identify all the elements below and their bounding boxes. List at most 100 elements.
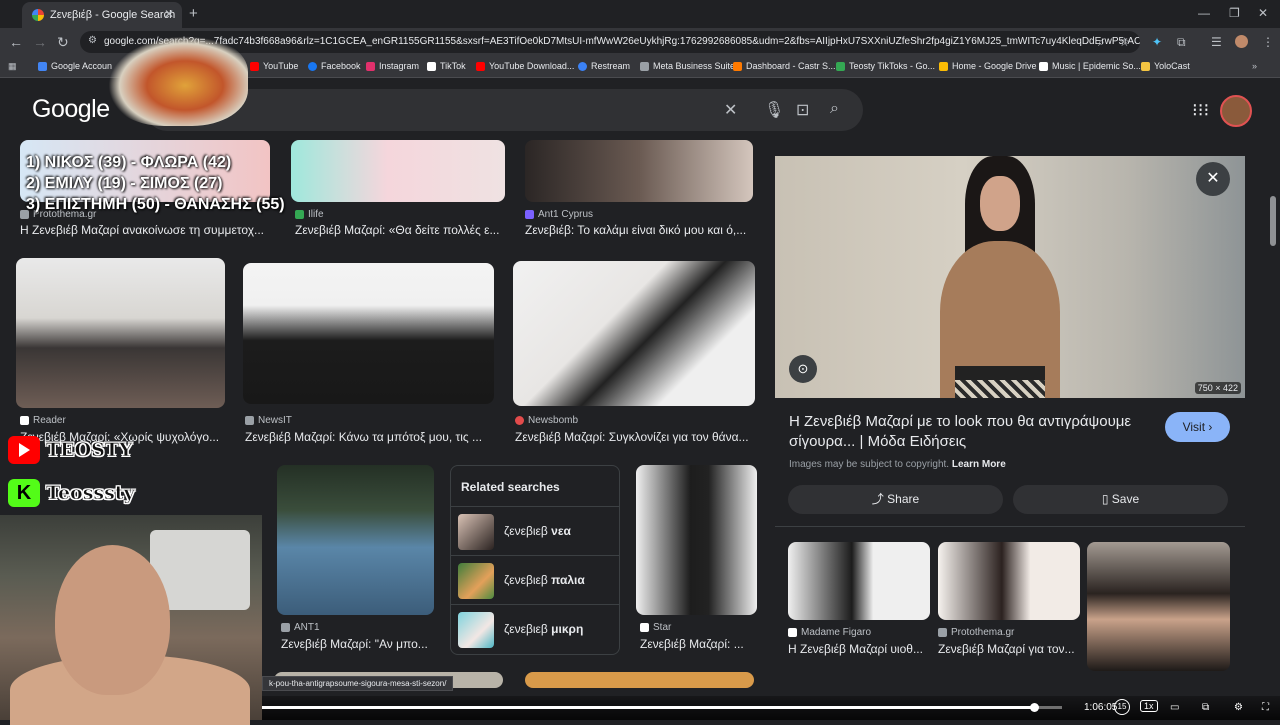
result-image-8[interactable] [636,465,757,615]
share-button[interactable]: ⤴ Share [788,485,1003,514]
reload-icon[interactable]: ↻ [57,34,69,51]
bookmark-item[interactable]: Teosty TikToks - Go... [836,61,935,71]
bookmark-item[interactable]: Dashboard - Castr S... [733,61,836,71]
result-source: Star [640,622,671,633]
forward-icon[interactable]: → [33,34,47,50]
address-bar[interactable]: ⚙ google.com/search?q=...7fadc74b3f668a9… [80,31,1140,53]
youtube-channel-name: TEOSTY [46,439,133,462]
search-icon[interactable]: ⌕ [830,100,839,118]
result-caption[interactable]: Ζενεβιέβ: Το καλάμι είναι δικό μου και ό… [525,223,753,237]
related-search-item[interactable]: ζενεβιεβ νεα [451,506,619,555]
speed-button[interactable]: 1x [1140,700,1158,712]
youtube-brand: TEOSTY [8,435,133,465]
result-caption[interactable]: Ζενεβιέβ Μαζαρί: ... [640,637,757,651]
similar-caption[interactable]: Η Ζενεβιέβ Μαζαρί υιοθ... [788,642,930,656]
tab-title: Ζενεβιέβ - Google Search [50,9,176,21]
bookmark-icon: ▯ [1101,492,1109,506]
result-caption[interactable]: Ζενεβιέβ Μαζαρί: "Αν μπο... [281,637,434,651]
youtube-icon [8,436,40,464]
kick-icon: K [8,479,40,507]
restore-icon[interactable]: ❐ [1229,6,1240,20]
video-progress[interactable] [262,703,1062,712]
bookmark-item[interactable]: Meta Business Suite [640,61,735,71]
close-panel-icon[interactable]: ✕ [1196,162,1230,196]
preview-image[interactable]: ✕ ⊙ 750 × 422 [775,156,1245,398]
preview-title[interactable]: Η Ζενεβιέβ Μαζαρί με το look που θα αντι… [789,412,1154,452]
clear-search-icon[interactable]: ✕ [724,100,737,120]
bookmark-item[interactable]: Instagram [366,61,419,71]
extension-icon[interactable]: ✦ [1152,35,1162,49]
extensions-puzzle-icon[interactable]: ⧉ [1177,35,1186,50]
bookmarks-overflow-icon[interactable]: » [1252,61,1257,71]
lens-search-icon[interactable]: ⊙ [789,355,817,383]
similar-image-2[interactable] [938,542,1080,620]
zoom-icon[interactable]: ⌕ [1098,35,1105,50]
result-image-2[interactable] [291,140,505,202]
apps-grid-icon[interactable]: ▦ [8,61,17,72]
related-thumbnail [458,612,494,648]
result-caption[interactable]: Ζενεβιέβ Μαζαρί: «Θα δείτε πολλές ε... [295,223,505,237]
status-url: k-pou-tha-antigrapsoume-sigoura-mesa-sti… [262,676,454,691]
result-source: Ilife [295,209,324,220]
back-icon[interactable]: ← [9,34,23,50]
result-image-6[interactable] [513,261,755,406]
site-info-icon[interactable]: ⚙ [88,35,97,46]
learn-more-link[interactable]: Learn More [952,459,1006,470]
search-input[interactable] [170,99,710,121]
minimize-icon[interactable]: — [1198,6,1210,20]
result-image-10[interactable] [525,672,754,688]
bookmark-item[interactable]: Facebook [308,61,361,71]
related-searches-title: Related searches [461,480,560,494]
google-logo[interactable]: Google [32,95,110,124]
menu-kebab-icon[interactable]: ⋮ [1262,35,1274,49]
media-controls-icon[interactable]: ☰ [1211,35,1222,49]
bookmark-star-icon[interactable]: ☆ [1119,35,1130,49]
account-avatar[interactable] [1220,95,1252,127]
result-image-3[interactable] [525,140,753,202]
captions-icon[interactable]: ▭ [1170,702,1179,713]
browser-tab-bar: Ζενεβιέβ - Google Search ✕ + — ❐ ✕ [0,0,1280,28]
close-tab-icon[interactable]: ✕ [164,7,174,21]
lens-search-icon[interactable]: ⊡ [796,100,809,120]
search-box[interactable]: ✕ 🎙 ⊡ ⌕ [146,89,863,131]
similar-caption[interactable]: Ζενεβιέβ Μαζαρί για τον... [938,642,1080,656]
close-window-icon[interactable]: ✕ [1258,6,1268,20]
result-image-5[interactable] [243,263,494,404]
progress-knob[interactable] [1030,703,1039,712]
settings-gear-icon[interactable]: ⚙ [1234,702,1243,713]
page-scrollbar[interactable] [1270,154,1276,674]
bookmark-item[interactable]: YouTube Download... [476,61,574,71]
save-button[interactable]: ▯ Save [1013,485,1228,514]
result-caption[interactable]: Η Ζενεβιέβ Μαζαρί ανακοίνωσε τη συμμετοχ… [20,223,270,237]
result-image-7[interactable] [277,465,434,615]
related-search-item[interactable]: ζενεβιεβ μικρη [451,604,619,653]
share-icon: ⤴ [871,492,884,506]
similar-image-3[interactable] [1087,542,1230,671]
image-dimensions: 750 × 422 [1194,382,1241,394]
microphone-icon[interactable]: 🎙 [764,100,784,120]
miniplayer-icon[interactable]: ⧉ [1202,702,1209,713]
bookmark-item[interactable]: YouTube [250,61,298,71]
result-caption[interactable]: Ζενεβιέβ Μαζαρί: Συγκλονίζει για τον θάν… [515,430,755,444]
result-caption[interactable]: Ζενεβιέβ Μαζαρί: Κάνω τα μπότοξ μου, τις… [245,430,495,444]
bookmark-item[interactable]: Music | Epidemic So... [1039,61,1141,71]
bookmark-item[interactable]: Google Accoun [38,61,112,71]
bookmark-item[interactable]: Home - Google Drive [939,61,1037,71]
skip-forward-icon[interactable]: 15 [1114,699,1130,715]
related-search-item[interactable]: ζενεβιεβ παλια [451,555,619,604]
new-tab-icon[interactable]: + [189,5,198,22]
gyros-sticker [108,36,248,126]
browser-tab[interactable]: Ζενεβιέβ - Google Search ✕ [22,2,182,28]
bookmark-item[interactable]: TikTok [427,61,466,71]
fullscreen-icon[interactable]: ⛶ [1262,702,1269,713]
similar-image-1[interactable] [788,542,930,620]
google-apps-icon[interactable]: ⁝⁝⁝ [1192,101,1209,119]
profile-icon[interactable] [1235,35,1248,48]
result-image-4[interactable] [16,258,225,408]
visit-button[interactable]: Visit › [1165,412,1230,442]
result-source: Ant1 Cyprus [525,209,593,220]
related-thumbnail [458,563,494,599]
overlay-line: 1) ΝΙΚΟΣ (39) - ΦΛΩΡΑ (42) [26,154,232,171]
bookmark-item[interactable]: Restream [578,61,630,71]
bookmark-item[interactable]: YoloCast [1141,61,1190,71]
